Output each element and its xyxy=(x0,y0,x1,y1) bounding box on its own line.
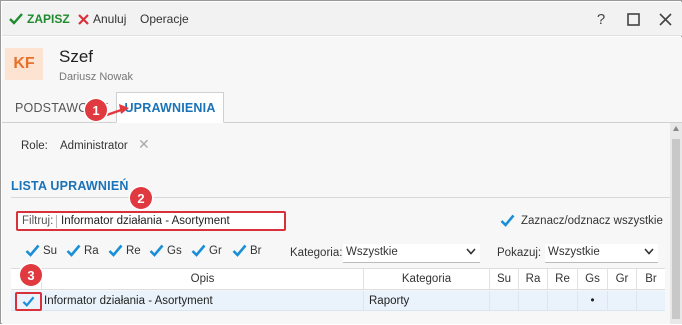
annotation-badge-3: 3 xyxy=(20,264,42,286)
window-frame: ZAPISZ Anuluj Operacje ? KF Szef Dariusz… xyxy=(0,0,682,324)
annotation-badge-2: 2 xyxy=(130,187,152,209)
annotation-badge-1: 1 xyxy=(85,99,107,121)
annotation-arrow xyxy=(100,104,129,119)
